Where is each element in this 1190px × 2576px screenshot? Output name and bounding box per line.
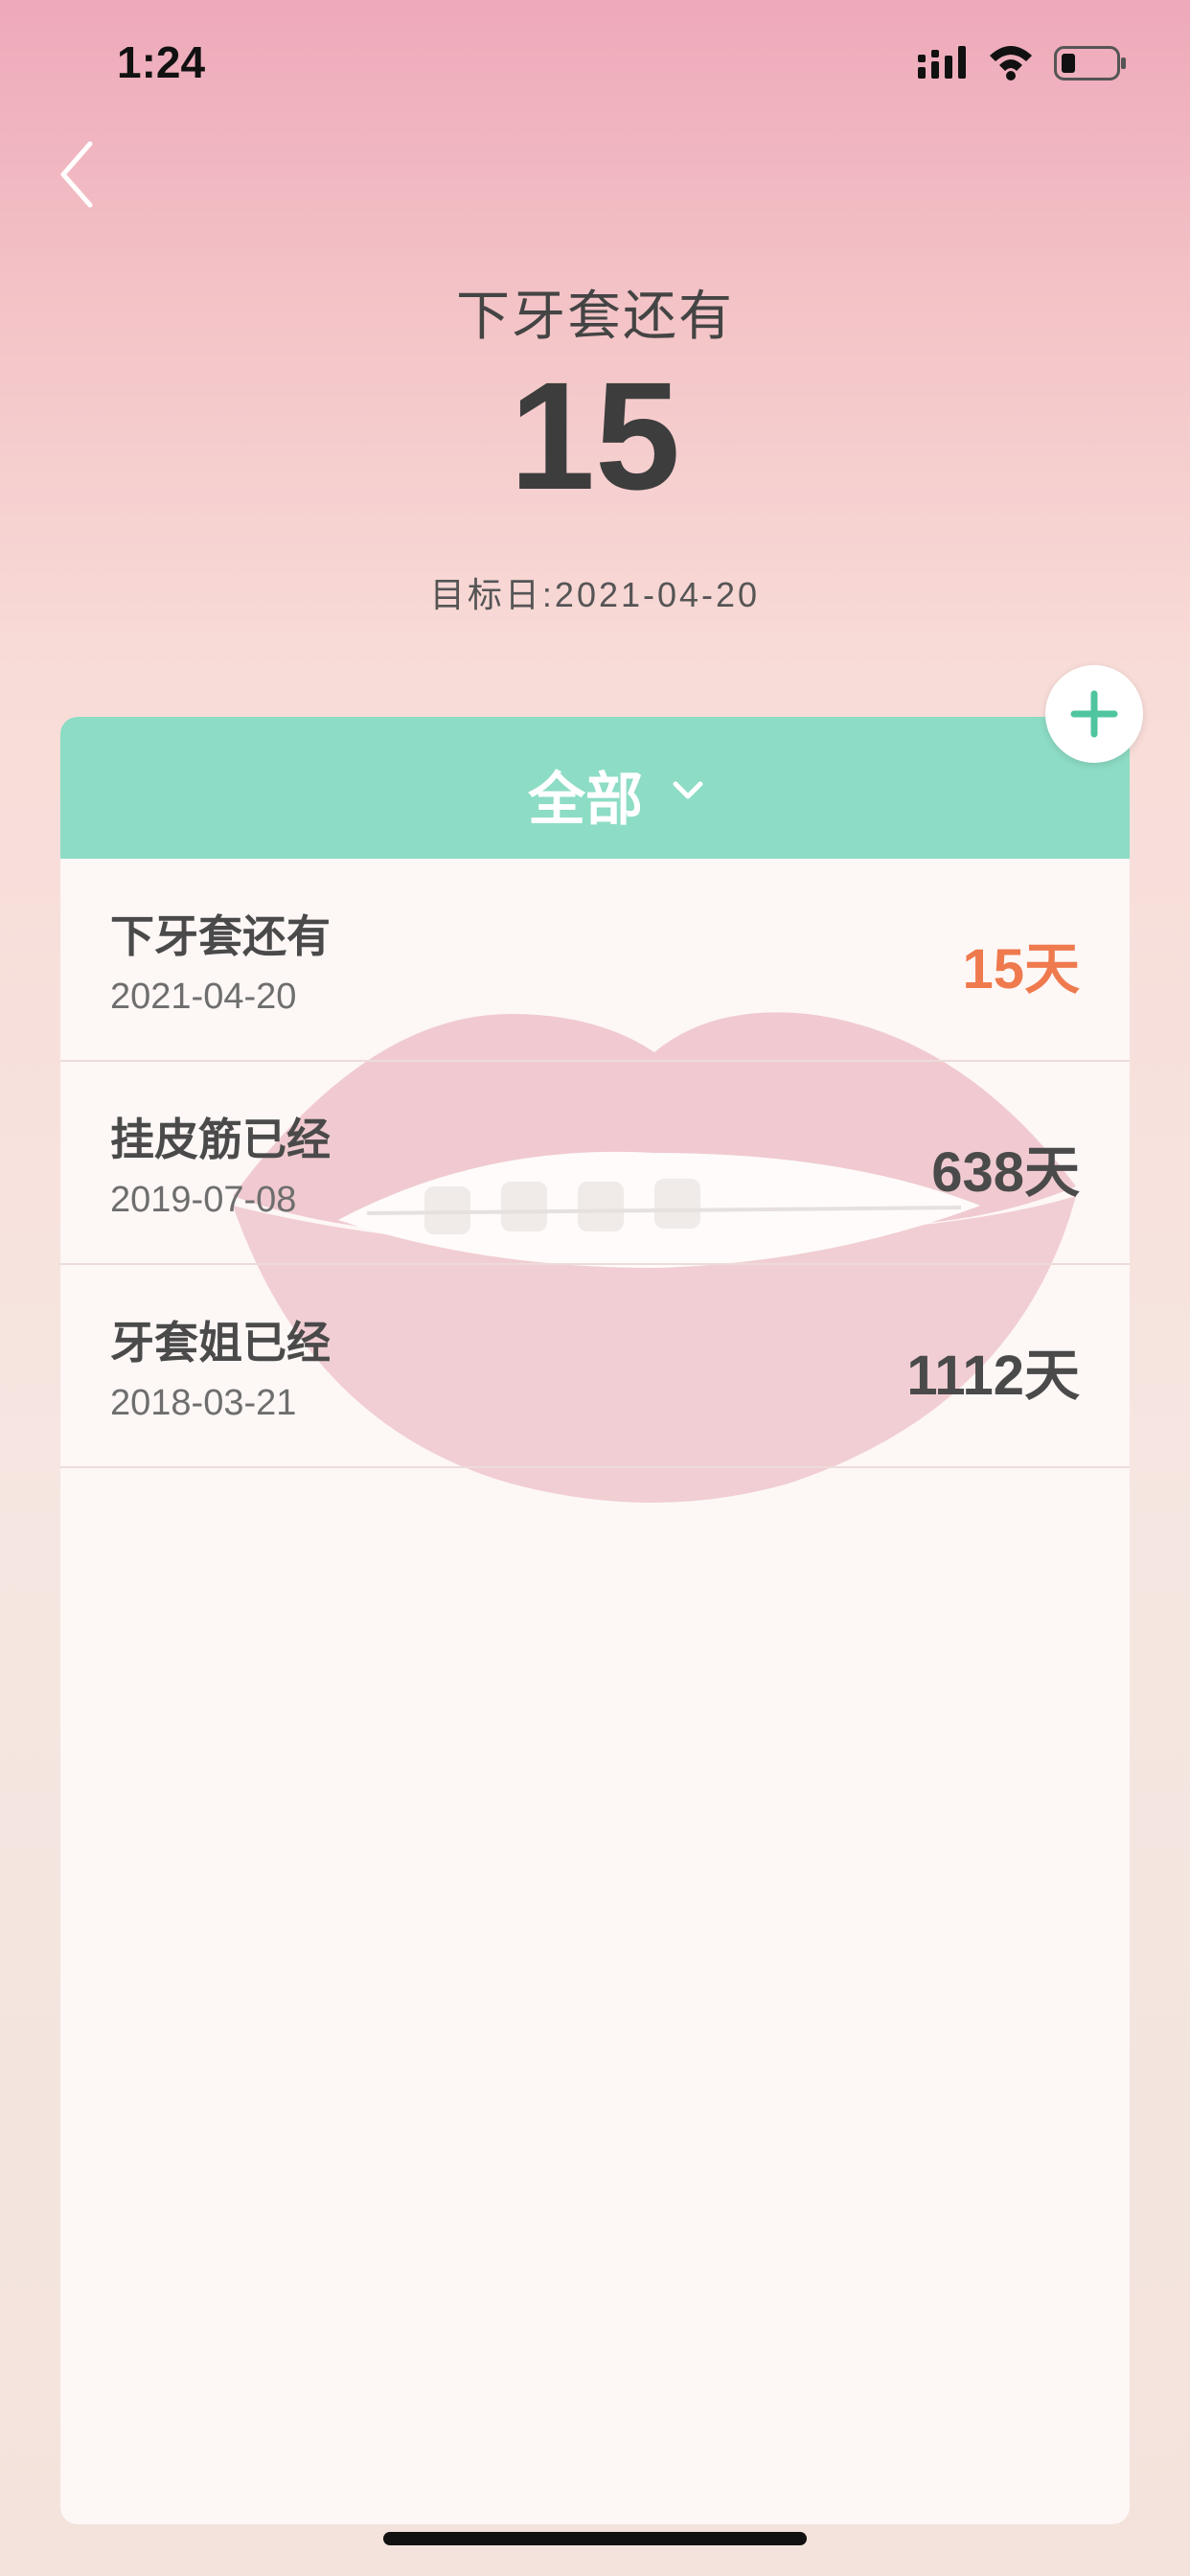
event-title: 牙套姐已经 [110, 1318, 331, 1368]
wifi-icon [990, 46, 1032, 80]
battery-icon [1054, 46, 1126, 80]
hero-count: 15 [510, 350, 680, 521]
event-count: 1112天 [906, 1345, 1080, 1407]
status-time: 1:24 [117, 37, 206, 87]
add-event-button[interactable] [1045, 665, 1143, 763]
hero-title: 下牙套还有 [456, 286, 734, 346]
target-label: 目标日: [429, 575, 555, 614]
back-icon[interactable] [50, 134, 107, 211]
event-title: 下牙套还有 [110, 911, 331, 961]
event-count: 15天 [962, 938, 1080, 1000]
list-item[interactable]: 牙套姐已经 2018-03-21 1112天 [60, 1265, 1130, 1468]
events-card: 全部 下牙套还有 2021-04-20 15天 挂皮筋已经 2019-07-08… [60, 717, 1130, 2524]
hero-target-date: 目标日:2021-04-20 [0, 567, 1190, 617]
list-item[interactable]: 下牙套还有 2021-04-20 15天 [60, 859, 1130, 1062]
event-count: 638天 [931, 1141, 1080, 1204]
event-date: 2019-07-08 [110, 1180, 297, 1220]
filter-dropdown[interactable]: 全部 [60, 753, 1130, 837]
status-bar: 1:24 [0, 0, 1190, 129]
signal-icon [918, 46, 966, 79]
event-title: 挂皮筋已经 [110, 1115, 331, 1164]
event-date: 2021-04-20 [110, 977, 297, 1017]
filter-header[interactable]: 全部 [60, 717, 1130, 859]
add-icon [1070, 690, 1118, 738]
home-indicator[interactable] [383, 2532, 807, 2545]
chevron-down-icon [673, 781, 703, 799]
list-item[interactable]: 挂皮筋已经 2019-07-08 638天 [60, 1062, 1130, 1265]
event-date: 2018-03-21 [110, 1383, 297, 1423]
target-date: 2021-04-20 [554, 575, 761, 614]
filter-label: 全部 [528, 768, 643, 832]
